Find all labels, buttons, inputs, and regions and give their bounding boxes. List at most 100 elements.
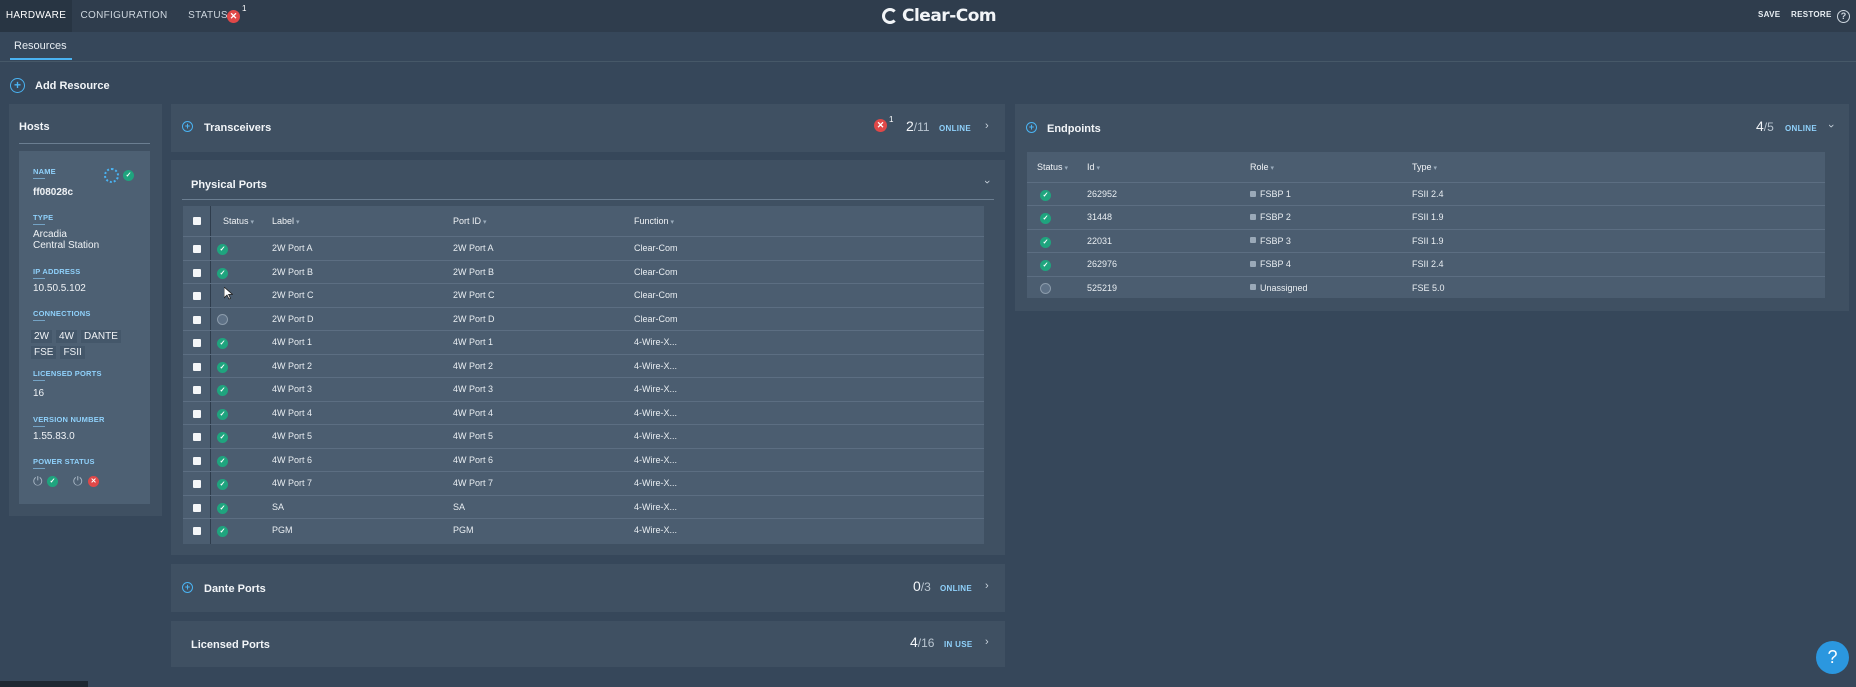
transceivers-title: Transceivers xyxy=(204,122,272,134)
function-cell: Clear-Com xyxy=(634,290,678,300)
row-checkbox[interactable] xyxy=(193,386,201,394)
chevron-right-icon[interactable]: › xyxy=(985,636,989,648)
chevron-right-icon[interactable]: › xyxy=(985,120,989,132)
table-row[interactable]: ✓ 4W Port 6 4W Port 6 4-Wire-X... xyxy=(183,447,984,471)
save-button[interactable]: SAVE xyxy=(1758,0,1780,32)
help-button[interactable]: ? xyxy=(1816,641,1849,674)
table-row[interactable]: ✓ 4W Port 5 4W Port 5 4-Wire-X... xyxy=(183,424,984,447)
status-offline-icon xyxy=(1040,282,1051,294)
expand-plus-icon[interactable]: + xyxy=(1026,122,1037,133)
lock-icon xyxy=(1250,237,1256,244)
status-ok-icon: ✓ xyxy=(217,385,228,396)
col-label[interactable]: Label ▾ xyxy=(272,206,300,238)
row-checkbox[interactable] xyxy=(193,480,201,488)
table-row[interactable]: ✓ SA SA 4-Wire-X... xyxy=(183,494,984,518)
row-checkbox[interactable] xyxy=(193,409,201,418)
status-ok-icon: ✓ xyxy=(217,502,228,514)
row-checkbox[interactable] xyxy=(193,315,201,324)
col-type[interactable]: Type ▾ xyxy=(1412,152,1437,184)
lock-icon xyxy=(1250,190,1256,197)
chevron-right-icon[interactable]: › xyxy=(985,580,989,592)
hosts-divider xyxy=(19,143,150,144)
table-row[interactable]: ✓ 4W Port 4 4W Port 4 4-Wire-X... xyxy=(183,400,984,424)
col-function-label: Function xyxy=(634,216,669,226)
table-row[interactable]: 2W Port C 2W Port C Clear-Com xyxy=(183,283,984,306)
label-cell: PGM xyxy=(272,525,293,535)
function-cell: 4-Wire-X... xyxy=(634,384,678,394)
role-cell: FSBP 4 xyxy=(1250,253,1291,276)
label-cell: 4W Port 5 xyxy=(272,431,313,441)
row-checkbox[interactable] xyxy=(193,292,201,300)
col-status[interactable]: Status ▾ xyxy=(223,206,254,238)
power-error-icon: ✕ xyxy=(88,476,99,487)
tab-hardware[interactable]: HARDWARE xyxy=(0,0,72,32)
row-checkbox[interactable] xyxy=(193,456,201,465)
expand-plus-icon[interactable]: + xyxy=(182,121,193,132)
status-ok-icon: ✓ xyxy=(217,455,228,467)
table-row[interactable]: ✓ 262952 FSBP 1 FSII 2.4 xyxy=(1027,182,1825,205)
row-checkbox[interactable] xyxy=(193,268,201,277)
table-row[interactable]: ✓ 4W Port 3 4W Port 3 4-Wire-X... xyxy=(183,377,984,400)
row-checkbox[interactable] xyxy=(193,362,201,371)
table-row[interactable]: ✓ PGM PGM 4-Wire-X... xyxy=(183,518,984,541)
col-status[interactable]: Status ▾ xyxy=(1037,152,1068,184)
function-cell: Clear-Com xyxy=(634,243,678,253)
status-cell: ✓ xyxy=(217,384,228,396)
table-row[interactable]: ✓ 4W Port 1 4W Port 1 4-Wire-X... xyxy=(183,330,984,353)
endpoints-status-label: ONLINE xyxy=(1785,124,1818,133)
expand-plus-icon[interactable]: + xyxy=(182,582,193,593)
table-row[interactable]: ✓ 4W Port 7 4W Port 7 4-Wire-X... xyxy=(183,471,984,494)
status-error-icon: ✕ xyxy=(227,10,240,23)
transceivers-count: 2/11 xyxy=(906,118,930,134)
status-offline-icon xyxy=(217,313,228,325)
status-ok-icon: ✓ xyxy=(1040,190,1051,201)
tab-resources[interactable]: Resources xyxy=(14,40,67,52)
port-id-cell: 4W Port 6 xyxy=(453,454,494,465)
table-row[interactable]: ✓ 2W Port A 2W Port A Clear-Com xyxy=(183,236,984,259)
label-cell: 2W Port A xyxy=(272,243,313,253)
status-cell: ✓ xyxy=(217,337,228,349)
row-checkbox[interactable] xyxy=(193,433,201,441)
row-checkbox[interactable] xyxy=(193,339,201,347)
table-row[interactable]: ✓ 22031 FSBP 3 FSII 1.9 xyxy=(1027,228,1825,252)
status-ok-icon: ✓ xyxy=(1040,260,1051,272)
add-resource-button[interactable]: + Add Resource xyxy=(10,78,110,93)
col-status-label: Status xyxy=(223,216,249,226)
col-id[interactable]: Id ▾ xyxy=(1087,152,1100,184)
help-icon[interactable]: ? xyxy=(1837,10,1850,23)
connection-chip: FSE xyxy=(31,346,57,359)
licensed-ports-section[interactable] xyxy=(171,621,1005,667)
table-row[interactable]: ✓ 4W Port 2 4W Port 2 4-Wire-X... xyxy=(183,353,984,377)
lock-icon xyxy=(1250,284,1256,291)
id-cell: 262976 xyxy=(1087,259,1118,270)
col-port-id[interactable]: Port ID ▾ xyxy=(453,206,487,238)
gear-icon[interactable] xyxy=(104,168,119,183)
status-ok-icon: ✓ xyxy=(1040,213,1051,225)
label-cell: 2W Port C xyxy=(272,290,314,300)
dante-ports-title: Dante Ports xyxy=(204,583,266,595)
licensed-ports-title: Licensed Ports xyxy=(191,639,270,651)
select-all-checkbox[interactable] xyxy=(193,217,201,225)
table-row[interactable]: ✓ 2W Port B 2W Port B Clear-Com xyxy=(183,259,984,283)
host-type-label: TYPE xyxy=(33,213,54,225)
table-row[interactable]: ✓ 31448 FSBP 2 FSII 1.9 xyxy=(1027,205,1825,228)
dante-ports-section[interactable] xyxy=(171,564,1005,612)
role-text: FSBP 2 xyxy=(1260,212,1291,223)
role-text: FSBP 4 xyxy=(1260,259,1291,270)
function-cell: 4-Wire-X... xyxy=(634,501,678,512)
tab-configuration[interactable]: CONFIGURATION xyxy=(72,0,176,32)
chevron-down-icon[interactable]: › xyxy=(1825,124,1837,128)
status-cell: ✓ xyxy=(217,478,228,490)
label-cell: 2W Port B xyxy=(272,266,314,277)
table-row[interactable]: ✓ 262976 FSBP 4 FSII 2.4 xyxy=(1027,252,1825,275)
sort-icon: ▾ xyxy=(1096,165,1101,172)
table-row[interactable]: 2W Port D 2W Port D Clear-Com xyxy=(183,306,984,330)
col-role[interactable]: Role ▾ xyxy=(1250,152,1274,184)
row-checkbox[interactable] xyxy=(193,527,201,535)
row-checkbox[interactable] xyxy=(193,245,201,253)
col-function[interactable]: Function ▾ xyxy=(634,206,674,238)
table-row[interactable]: 525219 Unassigned FSE 5.0 xyxy=(1027,275,1825,299)
restore-button[interactable]: RESTORE xyxy=(1791,0,1832,32)
row-checkbox[interactable] xyxy=(193,503,201,512)
chevron-down-icon[interactable]: › xyxy=(981,180,993,184)
